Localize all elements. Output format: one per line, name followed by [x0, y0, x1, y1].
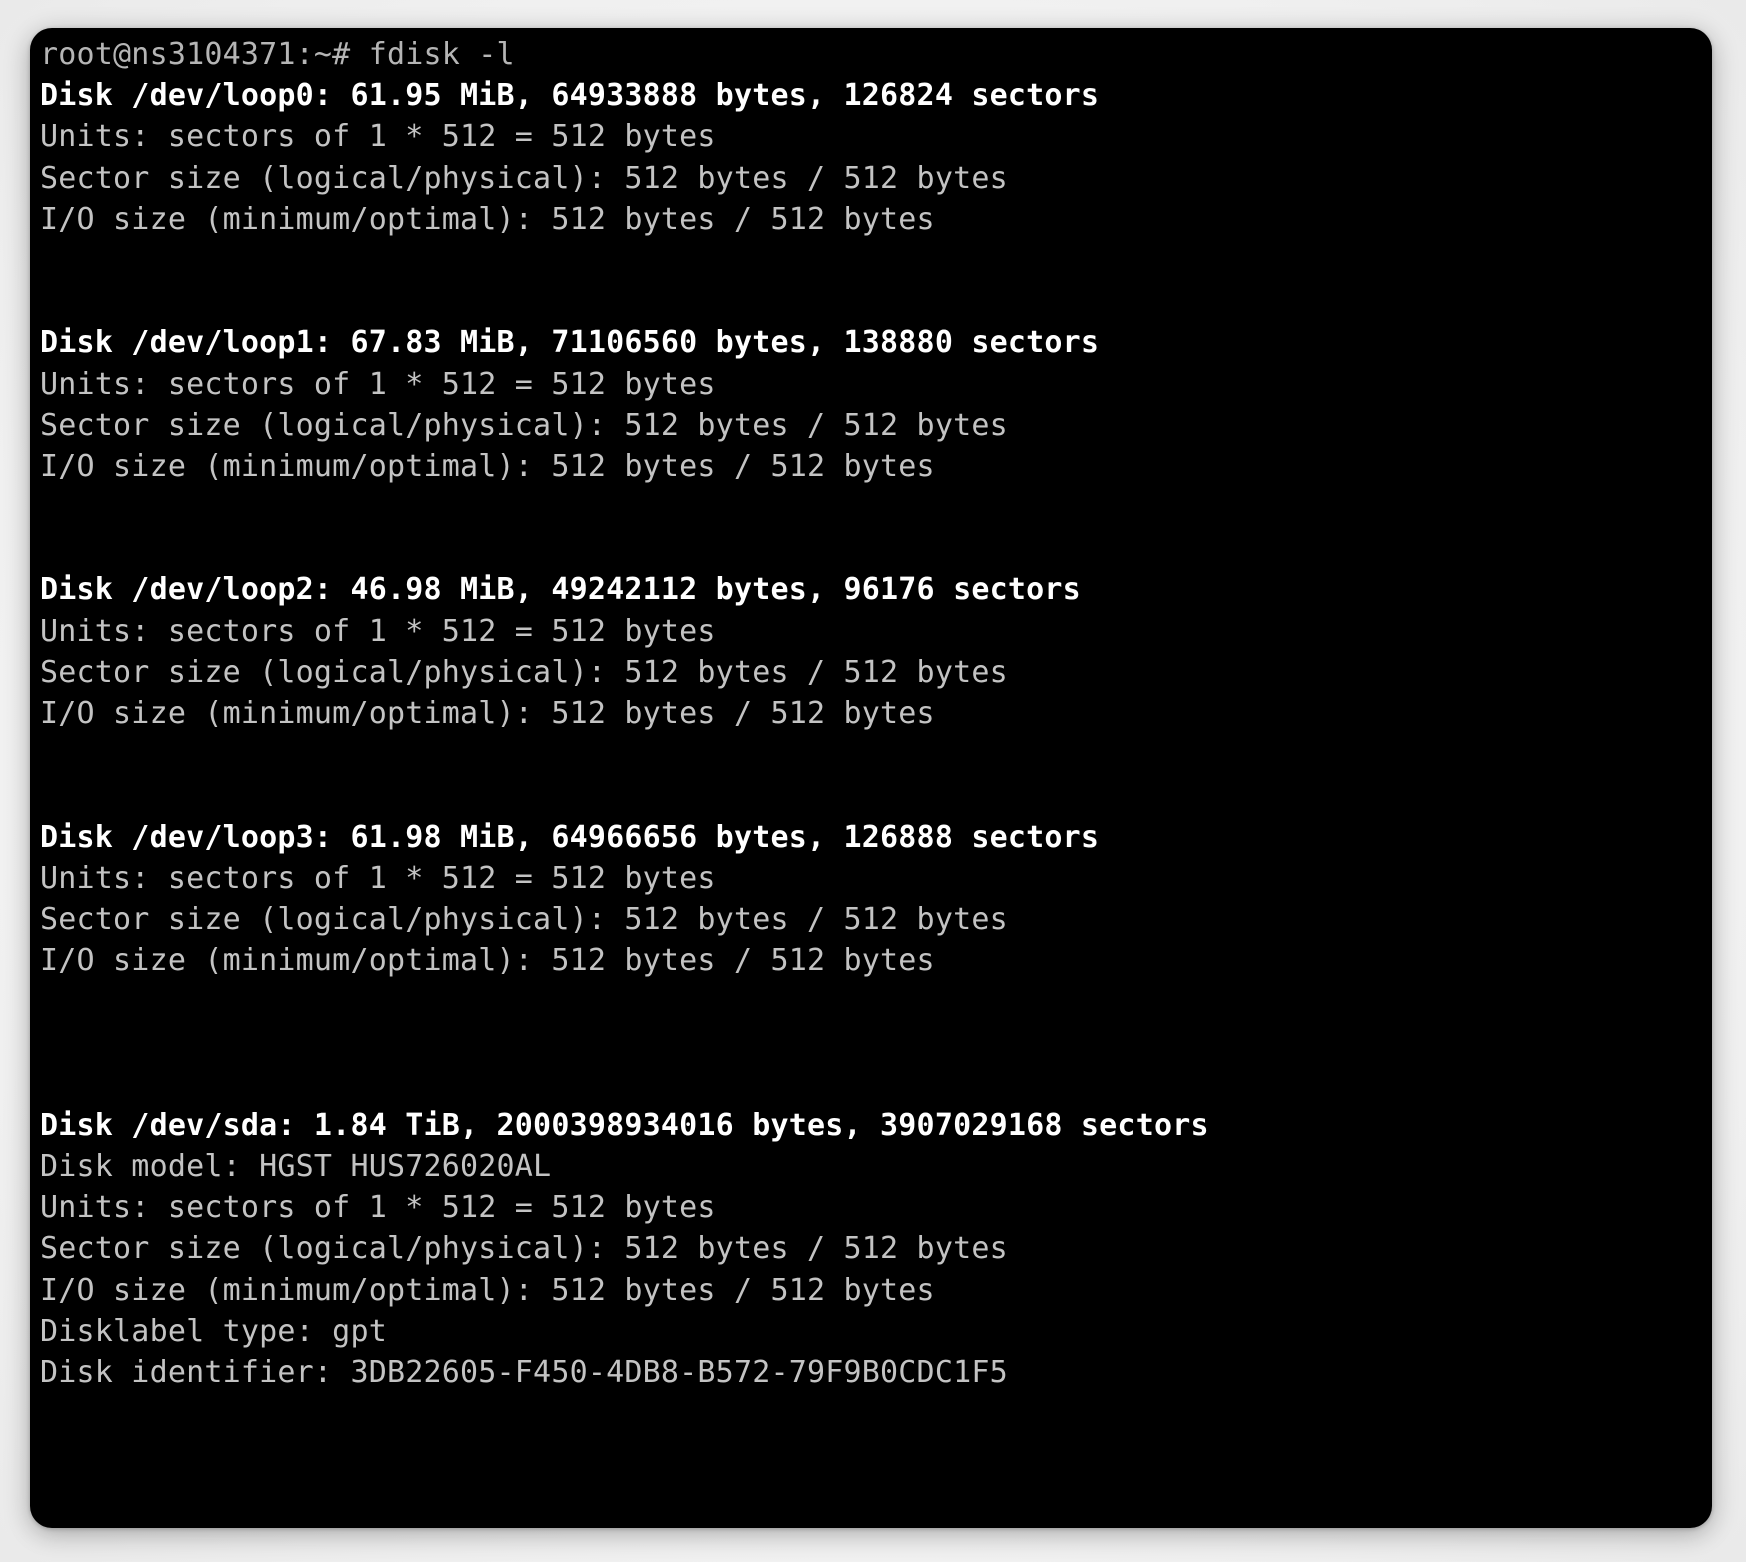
terminal-output-line: Sector size (logical/physical): 512 byte… [40, 1231, 1008, 1267]
terminal-output-line: Units: sectors of 1 * 512 = 512 bytes [40, 860, 716, 896]
disk-header-line: Disk /dev/loop2: 46.98 MiB, 49242112 byt… [40, 572, 1081, 608]
terminal-output-line: Sector size (logical/physical): 512 byte… [40, 654, 1008, 690]
terminal-output-line: Disk model: HGST HUS726020AL [40, 1149, 552, 1185]
terminal-output-line: I/O size (minimum/optimal): 512 bytes / … [40, 448, 935, 484]
terminal-output-line: I/O size (minimum/optimal): 512 bytes / … [40, 1272, 935, 1308]
terminal-output-line: I/O size (minimum/optimal): 512 bytes / … [40, 696, 935, 731]
terminal-output-line: Units: sectors of 1 * 512 = 512 bytes [40, 366, 716, 402]
terminal-output-line: Sector size (logical/physical): 512 byte… [40, 901, 1008, 937]
terminal-output-line: I/O size (minimum/optimal): 512 bytes / … [40, 943, 935, 979]
terminal-output-line: Units: sectors of 1 * 512 = 512 bytes [40, 613, 716, 649]
terminal-output-area[interactable]: root@ns3104371:~# fdisk -l Disk /dev/loop… [40, 34, 1712, 1528]
disk-header-line: Disk /dev/loop0: 61.95 MiB, 64933888 byt… [40, 78, 1100, 114]
terminal-output-line: Units: sectors of 1 * 512 = 512 bytes [40, 119, 716, 155]
terminal-output-line: Units: sectors of 1 * 512 = 512 bytes [40, 1190, 716, 1226]
disk-header-line: Disk /dev/loop3: 61.98 MiB, 64966656 byt… [40, 819, 1100, 855]
page-backdrop: root@ns3104371:~# fdisk -l Disk /dev/loop… [0, 0, 1746, 1562]
disk-header-line: Disk /dev/sda: 1.84 TiB, 2000398934016 b… [40, 1107, 1209, 1143]
terminal-output-line: Disk identifier: 3DB22605-F450-4DB8-B572… [40, 1355, 1008, 1390]
terminal-output-line: Disklabel type: gpt [40, 1313, 387, 1349]
terminal-prompt-line: root@ns3104371:~# fdisk -l [40, 37, 515, 72]
terminal-output-line: I/O size (minimum/optimal): 512 bytes / … [40, 201, 935, 237]
terminal-output-line: Sector size (logical/physical): 512 byte… [40, 407, 1008, 443]
disk-header-line: Disk /dev/loop1: 67.83 MiB, 71106560 byt… [40, 325, 1100, 361]
terminal-output-line: Sector size (logical/physical): 512 byte… [40, 160, 1008, 196]
terminal-window[interactable]: root@ns3104371:~# fdisk -l Disk /dev/loop… [30, 28, 1712, 1528]
